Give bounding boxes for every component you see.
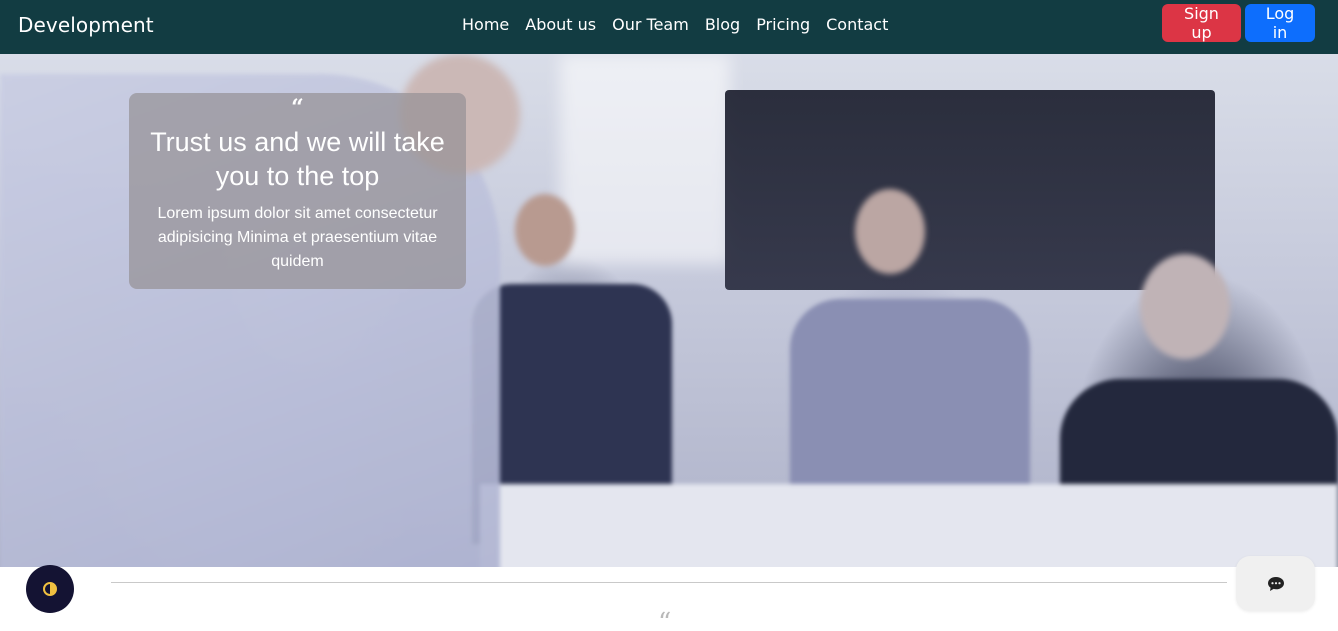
half-circle-icon	[43, 582, 57, 596]
nav-link-about-us[interactable]: About us	[525, 15, 596, 34]
signup-button[interactable]: Sign up	[1162, 4, 1241, 42]
hero-title: Trust us and we will take you to the top	[150, 127, 445, 191]
hero-text: Lorem ipsum dolor sit amet consectetur a…	[157, 205, 438, 270]
hero-photo-table	[480, 484, 1338, 567]
nav-link-our-team[interactable]: Our Team	[612, 15, 689, 34]
nav-link-pricing[interactable]: Pricing	[756, 15, 810, 34]
hero-photo-person	[515, 194, 575, 266]
hero-photo-person	[1140, 254, 1230, 359]
chat-bubble-icon	[1267, 576, 1284, 591]
nav-links: Home About us Our Team Blog Pricing Cont…	[462, 15, 888, 34]
section-divider	[111, 582, 1227, 583]
nav-link-home[interactable]: Home	[462, 15, 509, 34]
theme-toggle-button[interactable]	[26, 565, 74, 613]
brand-logo[interactable]: Development	[18, 13, 154, 37]
nav-link-blog[interactable]: Blog	[705, 15, 740, 34]
top-navbar: Development Home About us Our Team Blog …	[0, 0, 1338, 54]
hero-photo-person	[855, 189, 925, 274]
hero-photo-window	[560, 54, 730, 264]
login-button[interactable]: Log in	[1245, 4, 1315, 42]
chat-button[interactable]	[1236, 556, 1315, 611]
hero-photo-screen	[725, 90, 1215, 290]
nav-link-contact[interactable]: Contact	[826, 15, 888, 34]
hero-quote-card: “ Trust us and we will take you to the t…	[129, 93, 466, 289]
quote-icon: “	[658, 608, 672, 631]
quote-icon: “	[291, 95, 304, 121]
